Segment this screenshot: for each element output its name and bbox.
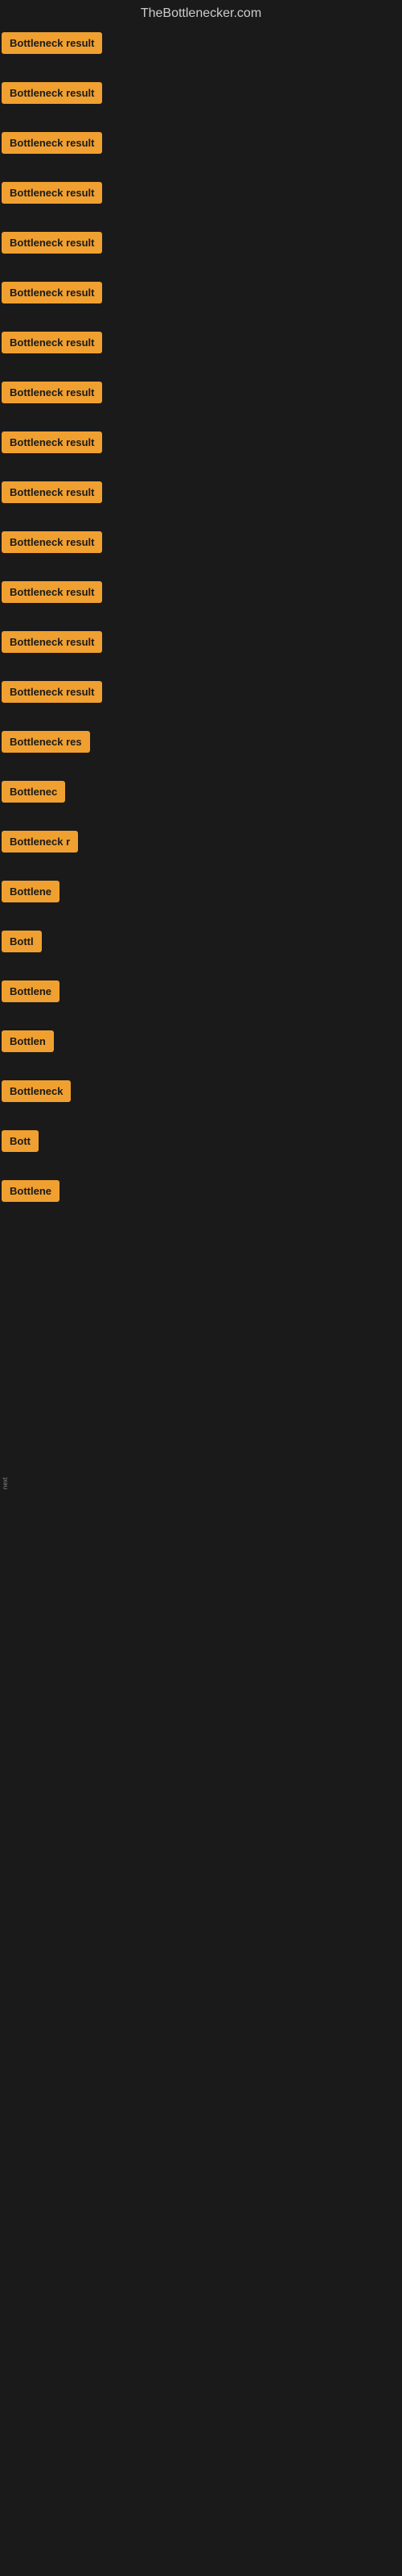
row-spacer-12 [2, 613, 400, 630]
bottleneck-item-4: Bottleneck result [2, 180, 400, 209]
row-spacer-18 [2, 913, 400, 929]
bottleneck-badge[interactable]: Bottleneck result [2, 32, 102, 54]
bottleneck-badge[interactable]: Bottleneck result [2, 182, 102, 204]
bottleneck-item-8: Bottleneck result [2, 380, 400, 409]
row-spacer-19 [2, 963, 400, 979]
bottleneck-item-17: Bottleneck r [2, 829, 400, 858]
row-spacer-8 [2, 414, 400, 430]
row-spacer-2 [2, 114, 400, 130]
bottleneck-badge[interactable]: Bottleneck result [2, 282, 102, 303]
bottleneck-item-23: Bott [2, 1129, 400, 1158]
bottleneck-badge[interactable]: Bottleneck result [2, 531, 102, 553]
bottleneck-badge[interactable]: Bott [2, 1130, 39, 1152]
bottleneck-item-10: Bottleneck result [2, 480, 400, 509]
bottleneck-item-6: Bottleneck result [2, 280, 400, 309]
items-container: Bottleneck result Bottleneck result Bottle… [0, 27, 402, 1232]
row-spacer-7 [2, 364, 400, 380]
row-spacer-13 [2, 663, 400, 679]
row-spacer-11 [2, 564, 400, 580]
bottleneck-badge[interactable]: Bottleneck result [2, 232, 102, 254]
bottleneck-badge[interactable]: Bottleneck res [2, 731, 90, 753]
bottleneck-item-11: Bottleneck result [2, 530, 400, 559]
row-spacer-16 [2, 813, 400, 829]
row-spacer-15 [2, 763, 400, 779]
bottleneck-item-13: Bottleneck result [2, 630, 400, 658]
bottom-section: next [0, 1264, 402, 1747]
bottleneck-badge[interactable]: Bottlene [2, 881, 59, 902]
row-spacer-20 [2, 1013, 400, 1029]
bottleneck-item-22: Bottleneck [2, 1079, 400, 1108]
bottleneck-item-7: Bottleneck result [2, 330, 400, 359]
bottleneck-item-1: Bottleneck result [2, 31, 400, 60]
bottleneck-badge[interactable]: Bottlene [2, 980, 59, 1002]
bottleneck-badge[interactable]: Bottleneck result [2, 431, 102, 453]
row-spacer-5 [2, 264, 400, 280]
bottleneck-item-9: Bottleneck result [2, 430, 400, 459]
bottleneck-badge[interactable]: Bottl [2, 931, 42, 952]
row-spacer-1 [2, 64, 400, 80]
row-spacer-21 [2, 1063, 400, 1079]
bottleneck-badge[interactable]: Bottleneck result [2, 132, 102, 154]
bottleneck-badge[interactable]: Bottleneck result [2, 82, 102, 104]
bottleneck-item-12: Bottleneck result [2, 580, 400, 609]
row-spacer-23 [2, 1162, 400, 1179]
bottleneck-badge[interactable]: Bottleneck result [2, 681, 102, 703]
row-spacer-10 [2, 514, 400, 530]
small-label: next [2, 1477, 9, 1489]
row-spacer-14 [2, 713, 400, 729]
site-title: TheBottlenecker.com [0, 0, 402, 27]
row-spacer-22 [2, 1113, 400, 1129]
bottleneck-item-15: Bottleneck res [2, 729, 400, 758]
bottleneck-item-24: Bottlene [2, 1179, 400, 1208]
row-spacer-24 [2, 1212, 400, 1228]
row-spacer-9 [2, 464, 400, 480]
row-spacer-4 [2, 214, 400, 230]
bottleneck-item-16: Bottlenec [2, 779, 400, 808]
row-spacer-17 [2, 863, 400, 879]
bottleneck-badge[interactable]: Bottlenec [2, 781, 65, 803]
bottleneck-badge[interactable]: Bottleneck r [2, 831, 78, 852]
bottleneck-item-3: Bottleneck result [2, 130, 400, 159]
bottleneck-item-21: Bottlen [2, 1029, 400, 1058]
bottleneck-badge[interactable]: Bottlene [2, 1180, 59, 1202]
bottleneck-item-14: Bottleneck result [2, 679, 400, 708]
bottleneck-item-2: Bottleneck result [2, 80, 400, 109]
bottleneck-badge[interactable]: Bottlen [2, 1030, 54, 1052]
bottleneck-badge[interactable]: Bottleneck result [2, 581, 102, 603]
bottleneck-badge[interactable]: Bottleneck result [2, 631, 102, 653]
bottleneck-badge[interactable]: Bottleneck result [2, 382, 102, 403]
bottleneck-badge[interactable]: Bottleneck result [2, 332, 102, 353]
bottleneck-item-20: Bottlene [2, 979, 400, 1008]
bottleneck-badge[interactable]: Bottleneck result [2, 481, 102, 503]
bottleneck-item-18: Bottlene [2, 879, 400, 908]
bottleneck-badge[interactable]: Bottleneck [2, 1080, 71, 1102]
bottleneck-item-5: Bottleneck result [2, 230, 400, 259]
bottleneck-item-19: Bottl [2, 929, 400, 958]
row-spacer-3 [2, 164, 400, 180]
row-spacer-6 [2, 314, 400, 330]
